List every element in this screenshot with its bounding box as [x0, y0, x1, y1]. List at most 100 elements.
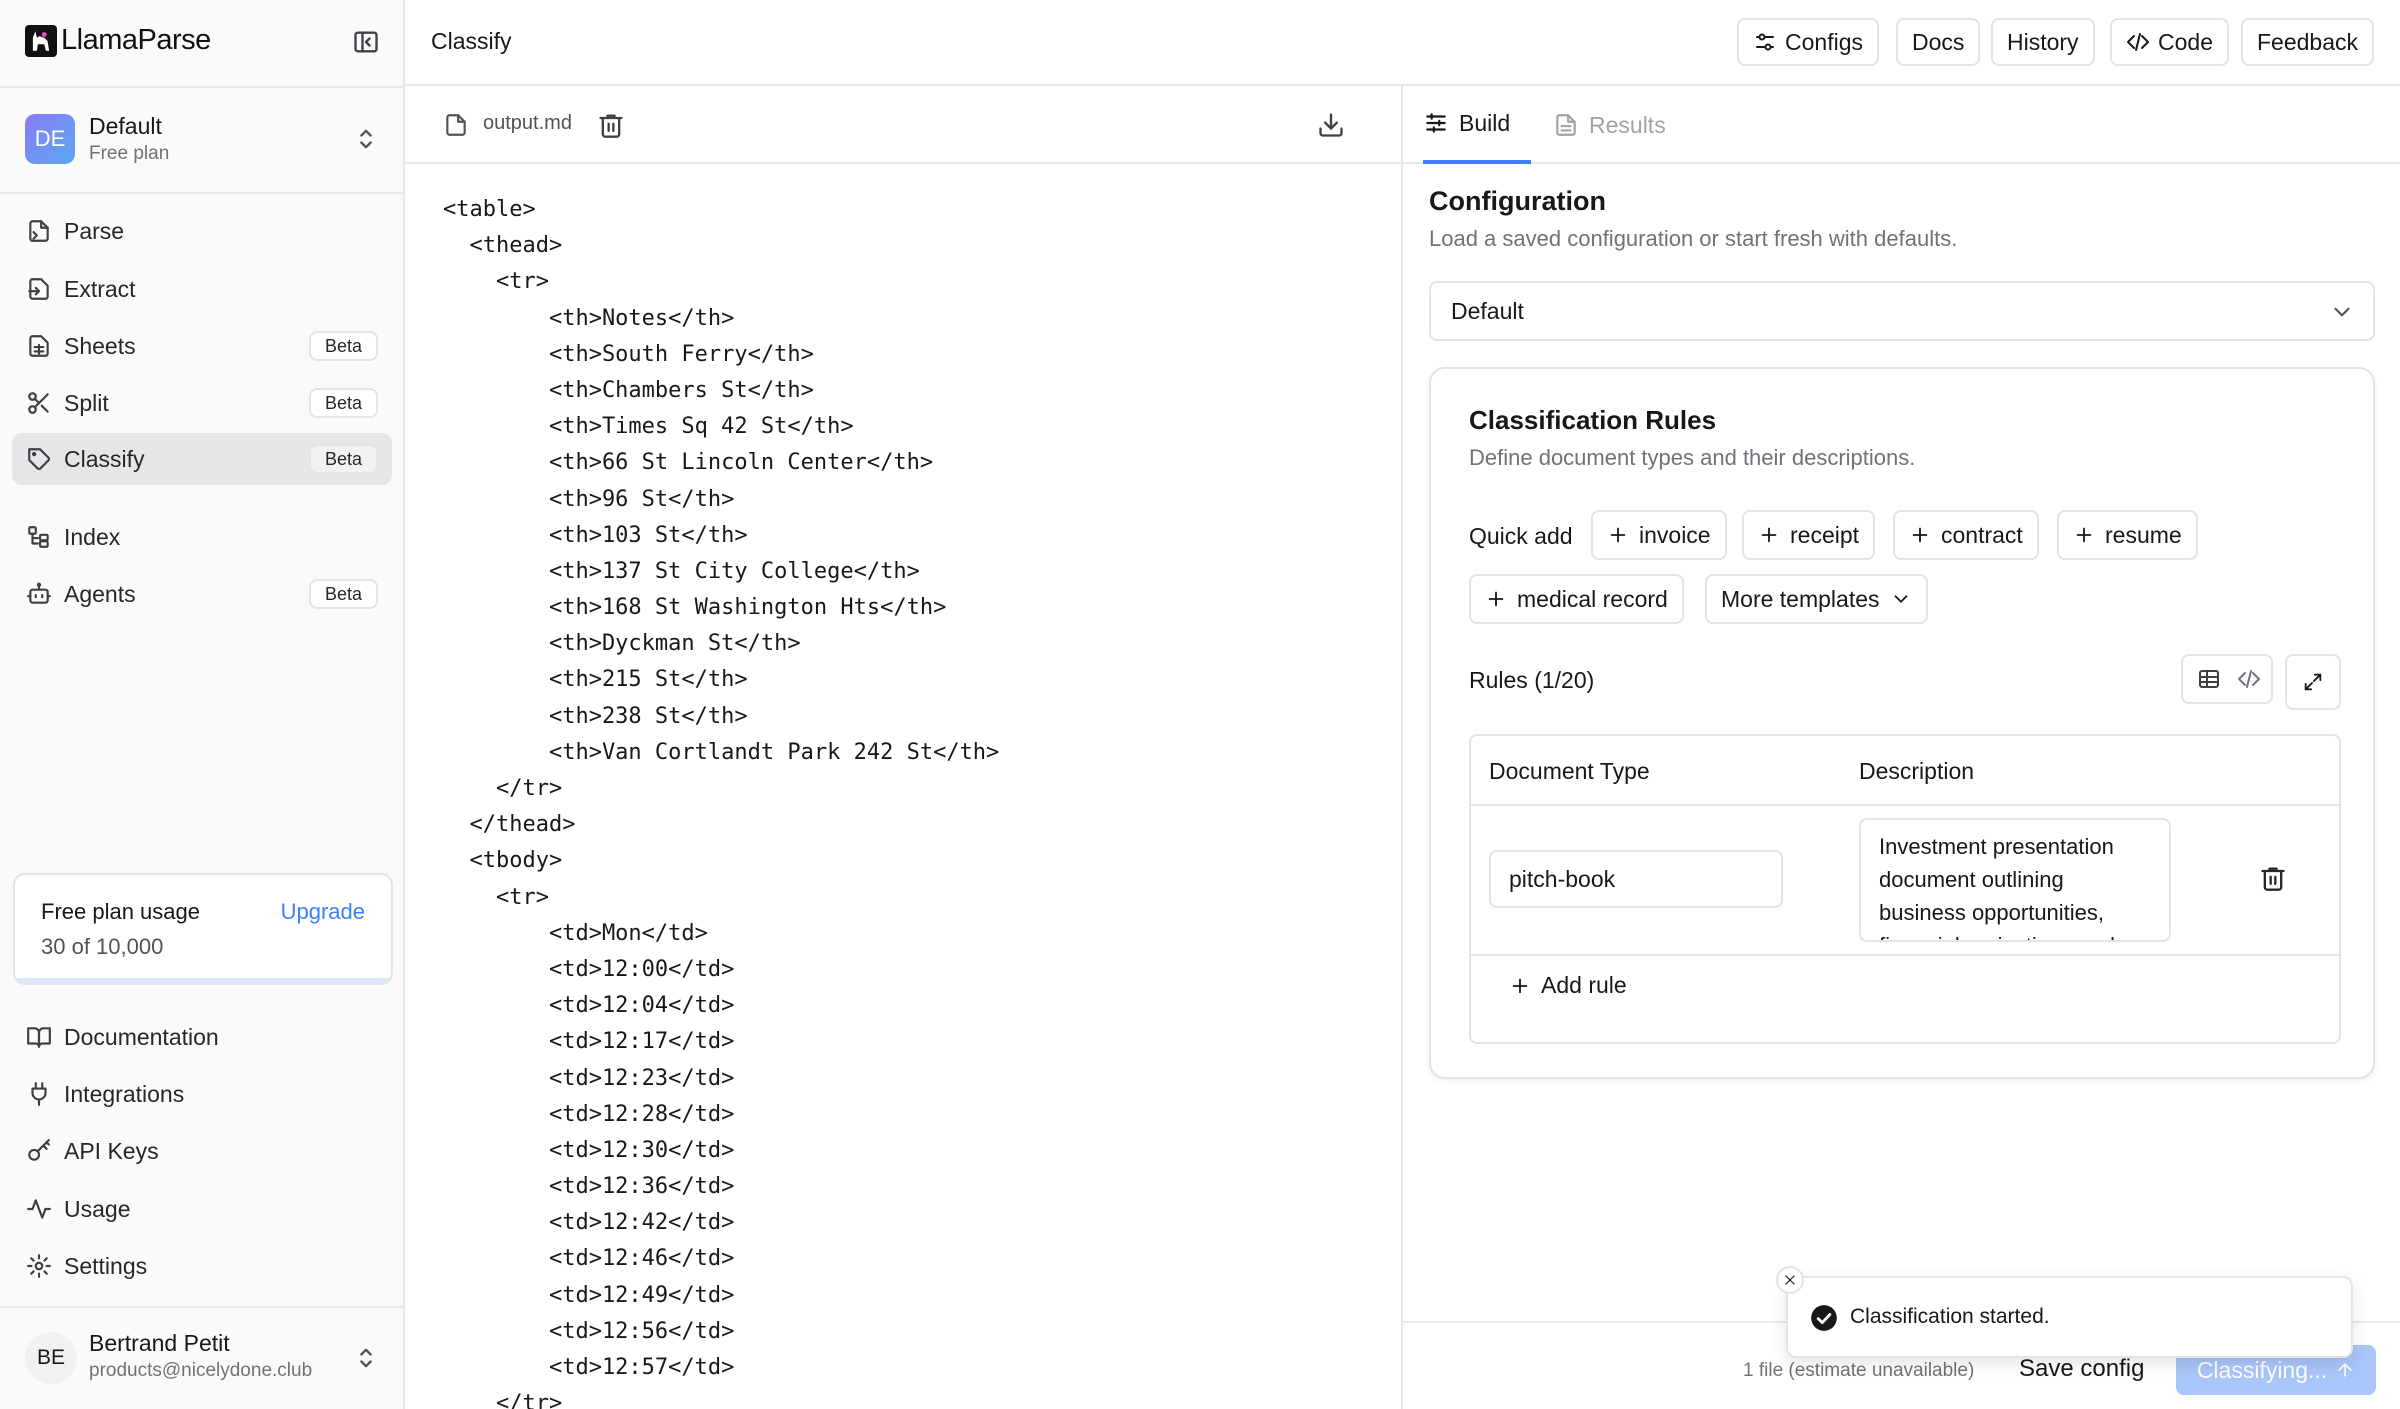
- index-icon: [26, 524, 52, 550]
- scissors-icon: [26, 390, 52, 416]
- sidebar-item-usage[interactable]: Usage: [12, 1183, 392, 1235]
- sidebar-item-api-keys[interactable]: API Keys: [12, 1125, 392, 1177]
- plan-usage-card: Free plan usage Upgrade 30 of 10,000: [13, 873, 393, 985]
- docs-label: Docs: [1912, 28, 1965, 55]
- table-view-icon[interactable]: [2197, 667, 2221, 691]
- sidebar-item-label: Parse: [64, 217, 125, 244]
- activity-icon: [26, 1196, 52, 1222]
- quick-add-receipt-button[interactable]: receipt: [1742, 510, 1876, 560]
- sidebar-item-label: Extract: [64, 275, 136, 302]
- code-line: <th>Notes</th>: [443, 305, 735, 331]
- user-menu[interactable]: BE Bertrand Petit products@nicelydone.cl…: [25, 1330, 380, 1386]
- delete-file-icon[interactable]: [597, 111, 625, 139]
- toast-close-button[interactable]: [1776, 1266, 1804, 1294]
- delete-rule-icon[interactable]: [2259, 864, 2287, 892]
- code-line: <table>: [443, 197, 536, 222]
- beta-badge: Beta: [308, 331, 378, 361]
- tab-results-label: Results: [1589, 111, 1666, 138]
- workspace-switcher[interactable]: DE Default Free plan: [25, 112, 380, 166]
- app-logo[interactable]: LlamaParse: [25, 24, 211, 57]
- code-line: <tbody>: [443, 848, 563, 874]
- quick-add-medical-record-button[interactable]: medical record: [1469, 574, 1684, 624]
- code-content: <table> <thead> <tr> <th>Notes</th> <th>…: [443, 192, 999, 1409]
- tab-build-label: Build: [1459, 109, 1511, 136]
- code-line: <th>Van Cortlandt Park 242 St</th>: [443, 739, 1000, 765]
- sidebar-item-label: Documentation: [64, 1023, 219, 1050]
- workspace-name: Default: [89, 113, 162, 139]
- workspace-plan: Free plan: [89, 143, 170, 164]
- check-circle-icon: [1810, 1304, 1838, 1332]
- code-line: <th>Times Sq 42 St</th>: [443, 414, 854, 440]
- feedback-button[interactable]: Feedback: [2241, 18, 2375, 66]
- code-line: <td>12:49</td>: [443, 1282, 735, 1308]
- divider: [0, 192, 405, 194]
- code-view-icon[interactable]: [2237, 667, 2261, 691]
- sidebar-item-sheets[interactable]: Sheets Beta: [12, 320, 392, 372]
- code-line: <th>103 St</th>: [443, 522, 748, 548]
- code-line: </tr>: [443, 776, 563, 801]
- code-line: <th>137 St City College</th>: [443, 558, 920, 584]
- code-line: <td>12:30</td>: [443, 1137, 735, 1163]
- description-textarea[interactable]: Investment presentation document outlini…: [1859, 818, 2171, 942]
- save-config-button[interactable]: Save config: [2019, 1355, 2144, 1383]
- quick-add-contract-button[interactable]: contract: [1893, 510, 2039, 560]
- configs-button[interactable]: Configs: [1737, 18, 1879, 66]
- quick-add-label: contract: [1941, 521, 2023, 548]
- tab-build[interactable]: Build: [1423, 86, 1531, 164]
- configs-label: Configs: [1785, 28, 1863, 55]
- classify-button-label: Classifying...: [2196, 1356, 2328, 1383]
- code-line: <tr>: [443, 269, 549, 295]
- sidebar-item-settings[interactable]: Settings: [12, 1240, 392, 1292]
- sidebar-collapse-icon[interactable]: [352, 28, 380, 56]
- sidebar-item-integrations[interactable]: Integrations: [12, 1068, 392, 1120]
- quick-add-label: receipt: [1790, 521, 1860, 548]
- close-icon: [1783, 1273, 1797, 1287]
- sidebar-item-index[interactable]: Index: [12, 511, 392, 563]
- quick-add-label: medical record: [1517, 585, 1668, 612]
- history-button[interactable]: History: [1991, 18, 2095, 66]
- sidebar-item-split[interactable]: Split Beta: [12, 377, 392, 429]
- classify-panel: Build Results Configuration Load a saved…: [1403, 86, 2400, 1409]
- configuration-selected: Default: [1451, 297, 1524, 324]
- document-type-input[interactable]: pitch-book: [1489, 850, 1783, 908]
- quick-add-invoice-button[interactable]: invoice: [1591, 510, 1727, 560]
- sidebar-item-documentation[interactable]: Documentation: [12, 1011, 392, 1063]
- page-title: Classify: [431, 28, 512, 54]
- sidebar-item-label: Agents: [64, 580, 136, 607]
- upgrade-link[interactable]: Upgrade: [281, 899, 365, 925]
- sidebar-item-agents[interactable]: Agents Beta: [12, 568, 392, 620]
- parse-icon: [26, 218, 52, 244]
- docs-button[interactable]: Docs: [1896, 18, 1981, 66]
- toast-message: Classification started.: [1850, 1305, 2050, 1328]
- sliders-icon: [1753, 30, 1777, 54]
- plus-icon: [1909, 524, 1931, 546]
- plus-icon: [2073, 524, 2095, 546]
- rules-description: Define document types and their descript…: [1469, 445, 1916, 470]
- chevron-down-icon: [2329, 299, 2355, 325]
- add-rule-button[interactable]: Add rule: [1509, 972, 1627, 999]
- feedback-label: Feedback: [2257, 28, 2359, 55]
- expand-button[interactable]: [2285, 654, 2341, 710]
- chevron-down-icon: [1890, 588, 1912, 610]
- code-line: <th>168 St Washington Hts</th>: [443, 595, 947, 621]
- configuration-description: Load a saved configuration or start fres…: [1429, 226, 1958, 251]
- code-line: <td>12:36</td>: [443, 1174, 735, 1200]
- history-label: History: [2007, 28, 2079, 55]
- code-line: <td>12:42</td>: [443, 1210, 735, 1236]
- download-icon[interactable]: [1317, 111, 1345, 139]
- quick-add-resume-button[interactable]: resume: [2057, 510, 2198, 560]
- sidebar-item-label: Settings: [64, 1252, 148, 1279]
- tab-results[interactable]: Results: [1553, 86, 1666, 164]
- user-name: Bertrand Petit: [89, 1330, 230, 1356]
- sidebar-item-extract[interactable]: Extract: [12, 263, 392, 315]
- sidebar-item-label: Index: [64, 523, 121, 550]
- configuration-select[interactable]: Default: [1429, 281, 2375, 341]
- code-button[interactable]: Code: [2110, 18, 2229, 66]
- plug-icon: [26, 1081, 52, 1107]
- sidebar-item-classify[interactable]: Classify Beta: [12, 433, 392, 485]
- sidebar-item-parse[interactable]: Parse: [12, 205, 392, 257]
- code-label: Code: [2158, 28, 2213, 55]
- view-toggle: [2181, 654, 2273, 704]
- more-templates-dropdown[interactable]: More templates: [1705, 574, 1928, 624]
- toast-notification: Classification started.: [1776, 1266, 2353, 1358]
